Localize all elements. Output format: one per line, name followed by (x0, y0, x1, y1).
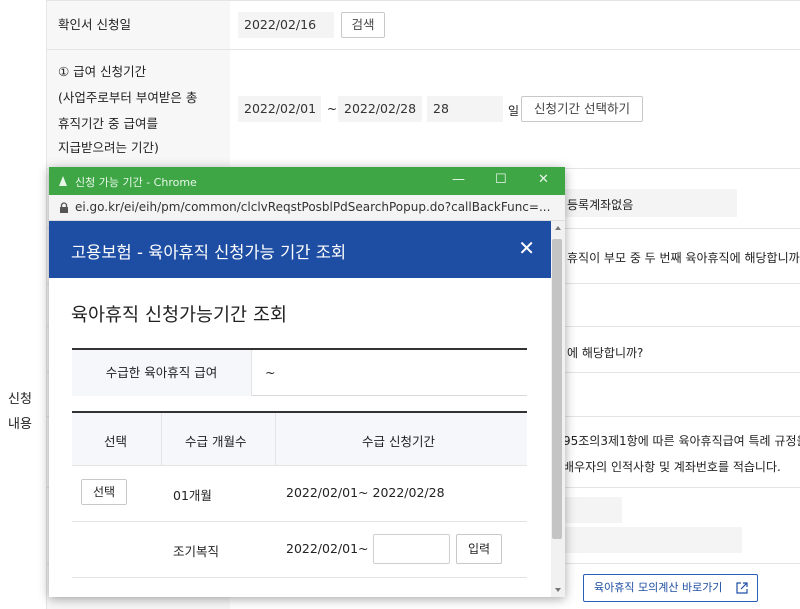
minimize-icon[interactable]: — (452, 172, 465, 187)
received-benefit-value: ~ (265, 365, 276, 380)
chrome-app-icon (59, 176, 67, 186)
window-close-icon[interactable]: ✕ (538, 172, 549, 187)
spouse-name-field[interactable] (565, 497, 622, 523)
received-benefit-table: 수급한 육아휴직 급여 ~ (72, 348, 527, 396)
maximize-icon[interactable]: ☐ (495, 172, 507, 187)
special-rule-text: 95조의3제1항에 따른 육아휴직급여 특례 규정을 (563, 434, 800, 448)
period-tilde: ~ (327, 102, 338, 116)
period-table: 선택 수급 개월수 수급 신청기간 선택 01개월 2022/02/01~ 20… (72, 411, 527, 578)
spouse-info-text: 배우자의 인적사항 및 계좌번호를 적습니다. (563, 460, 781, 474)
period-days-field[interactable]: 28 (427, 96, 503, 122)
period-label-line1: ① 급여 신청기간 (58, 64, 147, 79)
input-button[interactable]: 입력 (456, 534, 502, 564)
side-label-content: 내용 (8, 417, 32, 432)
period-select-button[interactable]: 신청기간 선택하기 (521, 96, 643, 122)
row-period: 2022/02/01~ 2022/02/28 (286, 485, 445, 500)
period-start-field[interactable]: 2022/02/01 (238, 96, 321, 122)
row-period: 2022/02/01~ (286, 541, 369, 556)
close-icon[interactable]: ✕ (518, 236, 535, 260)
row-months: 01개월 (173, 488, 212, 503)
header-months: 수급 개월수 (185, 434, 247, 449)
scrollbar-thumb[interactable] (552, 239, 562, 539)
popup-window-title: 신청 가능 기간 - Chrome (75, 176, 197, 189)
cert-date-label: 확인서 신청일 (58, 17, 131, 32)
table-row: 선택 01개월 2022/02/01~ 2022/02/28 (72, 466, 527, 522)
period-label-line4: 지급받으려는 기간) (58, 140, 159, 155)
popup-url: ei.go.kr/ei/eih/pm/common/clclvReqstPosb… (75, 200, 551, 214)
banner-title: 고용보험 - 육아휴직 신청가능 기간 조회 (71, 243, 347, 262)
popup-content: 고용보험 - 육아휴직 신청가능 기간 조회 ✕ 육아휴직 신청가능기간 조회 … (49, 221, 551, 597)
received-benefit-label: 수급한 육아휴직 급여 (72, 350, 252, 396)
second-leave-question: 휴직이 부모 중 두 번째 육아휴직에 해당합니까 (567, 251, 800, 265)
scroll-up-icon[interactable] (551, 223, 565, 233)
period-days-unit: 일 (508, 104, 520, 118)
header-select: 선택 (104, 434, 128, 449)
row-divider (47, 49, 800, 50)
select-button[interactable]: 선택 (81, 479, 127, 505)
popup-banner: 고용보험 - 육아휴직 신청가능 기간 조회 ✕ (49, 221, 551, 278)
row-months: 조기복직 (173, 544, 220, 559)
external-link-icon (736, 582, 748, 594)
simulate-link-label: 육아휴직 모의계산 바로가기 (594, 581, 723, 594)
period-label-line2: (사업주로부터 부여받은 총 (58, 90, 198, 105)
simulate-link-button[interactable]: 육아휴직 모의계산 바로가기 (583, 574, 758, 602)
scroll-down-icon[interactable] (551, 585, 565, 595)
column-divider (161, 413, 162, 466)
period-popup-window: 신청 가능 기간 - Chrome — ☐ ✕ ei.go.kr/ei/eih/… (49, 167, 565, 597)
column-divider (275, 413, 276, 466)
address-bar[interactable]: ei.go.kr/ei/eih/pm/common/clclvReqstPosb… (49, 195, 565, 221)
section-title: 육아휴직 신청가능기간 조회 (71, 305, 288, 326)
period-table-header: 선택 수급 개월수 수급 신청기간 (72, 413, 527, 466)
period-label-line3: 휴직기간 중 급여를 (58, 116, 158, 131)
spouse-account-field[interactable] (565, 527, 742, 553)
period-end-field[interactable]: 2022/02/28 (338, 96, 422, 122)
table-row: 조기복직 2022/02/01~ 입력 (72, 522, 527, 578)
search-button[interactable]: 검색 (341, 12, 385, 38)
row-divider (47, 0, 800, 1)
eligibility-question: 에 해당합니까? (567, 346, 644, 360)
account-text: 등록계좌없음 (567, 198, 634, 212)
form-side-column: 신청 내용 (0, 0, 47, 609)
side-label-apply: 신청 (8, 392, 32, 407)
header-period: 수급 신청기간 (362, 434, 435, 449)
early-return-date-input[interactable] (373, 534, 450, 564)
popup-titlebar[interactable]: 신청 가능 기간 - Chrome — ☐ ✕ (49, 167, 565, 195)
cert-date-field[interactable]: 2022/02/16 (238, 12, 334, 38)
lock-icon (60, 202, 68, 213)
